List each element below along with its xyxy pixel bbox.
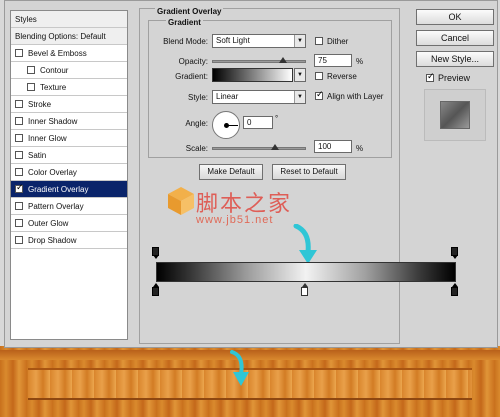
style-list-label: Blending Options: Default bbox=[15, 31, 106, 41]
styles-list: Styles Blending Options: Default Bevel & E… bbox=[10, 10, 128, 340]
opacity-label: Opacity: bbox=[178, 57, 208, 66]
style-checkbox[interactable] bbox=[15, 183, 24, 193]
scale-input[interactable]: 100 bbox=[314, 140, 352, 153]
style-list-item[interactable]: Stroke bbox=[11, 96, 127, 113]
gradient-preview-bar bbox=[156, 262, 456, 282]
reset-to-default-button[interactable]: Reset to Default bbox=[272, 164, 346, 180]
style-select[interactable]: Linear ▼ bbox=[212, 90, 306, 104]
style-list-label: Contour bbox=[40, 65, 69, 75]
style-checkbox[interactable] bbox=[15, 168, 23, 176]
style-list-item[interactable]: Gradient Overlay bbox=[11, 181, 127, 198]
align-with-layer-label: Align with Layer bbox=[327, 92, 384, 101]
blend-mode-select[interactable]: Soft Light ▼ bbox=[212, 34, 306, 48]
style-list-label: Inner Glow bbox=[28, 133, 67, 143]
style-list-label: Color Overlay bbox=[28, 167, 77, 177]
color-stop-right[interactable] bbox=[451, 283, 458, 296]
style-list-label: Bevel & Emboss bbox=[28, 48, 87, 58]
style-checkbox[interactable] bbox=[27, 83, 35, 91]
style-list-item[interactable]: Styles bbox=[11, 11, 127, 28]
style-list-label: Outer Glow bbox=[28, 218, 69, 228]
chevron-down-icon: ▼ bbox=[294, 91, 305, 103]
blend-mode-label: Blend Mode: bbox=[163, 37, 208, 46]
blend-mode-value: Soft Light bbox=[216, 36, 250, 45]
gradient-label: Gradient: bbox=[175, 72, 208, 81]
chevron-down-icon: ▼ bbox=[295, 69, 305, 81]
angle-dial[interactable] bbox=[212, 111, 240, 139]
style-list-label: Stroke bbox=[28, 99, 52, 109]
style-list-label: Styles bbox=[15, 14, 37, 24]
make-default-button[interactable]: Make Default bbox=[199, 164, 263, 180]
cancel-button[interactable]: Cancel bbox=[416, 30, 494, 46]
arrow-down-icon bbox=[230, 350, 249, 386]
cube-logo-icon bbox=[168, 187, 194, 215]
style-list-label: Drop Shadow bbox=[28, 235, 77, 245]
opacity-stop-left[interactable] bbox=[152, 247, 159, 259]
style-list-item[interactable]: Inner Glow bbox=[11, 130, 127, 147]
reverse-label: Reverse bbox=[327, 72, 357, 81]
style-list-item[interactable]: Contour bbox=[11, 62, 127, 79]
style-checkbox[interactable] bbox=[15, 151, 23, 159]
style-list-label: Satin bbox=[28, 150, 47, 160]
style-checkbox[interactable] bbox=[15, 100, 23, 108]
color-stop-middle[interactable] bbox=[301, 283, 308, 296]
opacity-stop-right[interactable] bbox=[451, 247, 458, 259]
style-checkbox[interactable] bbox=[15, 134, 23, 142]
gradient-dropdown[interactable]: ▼ bbox=[294, 68, 306, 82]
angle-input[interactable]: 0 bbox=[243, 116, 273, 129]
style-list-label: Gradient Overlay bbox=[28, 184, 89, 194]
style-checkbox[interactable] bbox=[15, 219, 23, 227]
style-list-label: Pattern Overlay bbox=[28, 201, 84, 211]
dither-label: Dither bbox=[327, 37, 349, 46]
style-list-item[interactable]: Outer Glow bbox=[11, 215, 127, 232]
color-stop-left[interactable] bbox=[152, 283, 159, 296]
scale-unit: % bbox=[356, 144, 364, 153]
style-list-label: Texture bbox=[40, 82, 67, 92]
ok-button[interactable]: OK bbox=[416, 9, 494, 25]
style-value: Linear bbox=[216, 92, 239, 101]
style-checkbox[interactable] bbox=[15, 236, 23, 244]
style-checkbox[interactable] bbox=[15, 49, 23, 57]
group-title: Gradient Overlay bbox=[155, 7, 224, 16]
chevron-down-icon: ▼ bbox=[294, 35, 305, 47]
opacity-unit: % bbox=[356, 57, 364, 66]
style-checkbox[interactable] bbox=[15, 117, 23, 125]
style-list-item[interactable]: Pattern Overlay bbox=[11, 198, 127, 215]
style-list-item[interactable]: Blending Options: Default bbox=[11, 28, 127, 45]
subgroup-title: Gradient bbox=[166, 18, 203, 27]
opacity-input[interactable]: 75 bbox=[314, 54, 352, 67]
watermark-url: www.jb51.net bbox=[196, 214, 274, 226]
preview-checkbox[interactable] bbox=[426, 72, 435, 82]
scale-slider-thumb[interactable] bbox=[270, 144, 279, 150]
style-list-item[interactable]: Texture bbox=[11, 79, 127, 96]
style-list-label: Inner Shadow bbox=[28, 116, 78, 126]
new-style-button[interactable]: New Style... bbox=[416, 51, 494, 67]
style-preview bbox=[424, 89, 486, 141]
opacity-slider-thumb[interactable] bbox=[278, 57, 287, 63]
style-list-item[interactable]: Color Overlay bbox=[11, 164, 127, 181]
style-list-item[interactable]: Inner Shadow bbox=[11, 113, 127, 130]
style-list-item[interactable]: Bevel & Emboss bbox=[11, 45, 127, 62]
style-list-item[interactable]: Satin bbox=[11, 147, 127, 164]
angle-label: Angle: bbox=[185, 119, 208, 128]
style-checkbox[interactable] bbox=[15, 202, 23, 210]
style-list-item[interactable]: Drop Shadow bbox=[11, 232, 127, 249]
align-with-layer-checkbox[interactable] bbox=[315, 90, 324, 100]
scale-label: Scale: bbox=[185, 144, 208, 153]
scale-slider[interactable] bbox=[212, 147, 306, 150]
opacity-slider[interactable] bbox=[212, 60, 306, 63]
dither-checkbox[interactable] bbox=[315, 37, 323, 45]
reverse-checkbox[interactable] bbox=[315, 72, 323, 80]
preview-swatch bbox=[440, 101, 470, 129]
gradient-picker[interactable] bbox=[212, 68, 293, 82]
angle-unit: ° bbox=[275, 114, 279, 123]
style-checkbox[interactable] bbox=[27, 66, 35, 74]
preview-label: Preview bbox=[438, 73, 471, 83]
style-label: Style: bbox=[187, 93, 208, 102]
